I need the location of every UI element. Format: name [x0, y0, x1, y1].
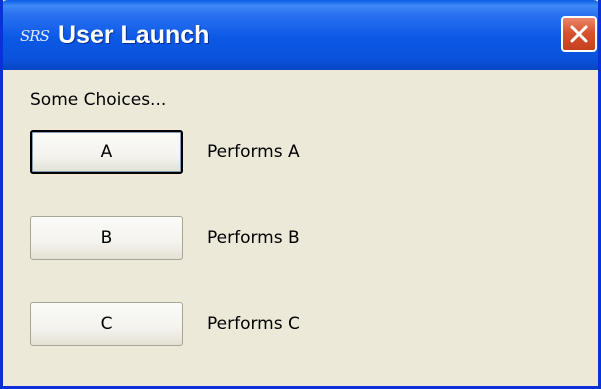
srs-app-icon: SRS: [20, 25, 52, 47]
window-title: User Launch: [58, 21, 210, 49]
close-icon: [570, 25, 588, 43]
choice-a-button[interactable]: A: [30, 130, 183, 174]
choice-a-description: Performs A: [207, 142, 300, 162]
choice-c-description: Performs C: [207, 314, 300, 334]
title-bar[interactable]: SRS User Launch: [3, 0, 598, 70]
choice-c-button[interactable]: C: [30, 302, 183, 346]
dialog-content: Some Choices... A Performs A B Performs …: [3, 70, 598, 386]
choice-row-c: C Performs C: [30, 302, 300, 346]
choice-b-description: Performs B: [207, 228, 300, 248]
user-launch-window: SRS User Launch Some Choices... A Perfor…: [0, 0, 601, 389]
app-icon-label: SRS: [20, 27, 50, 45]
choice-row-b: B Performs B: [30, 216, 300, 260]
close-button[interactable]: [561, 16, 597, 52]
choices-heading: Some Choices...: [30, 90, 167, 110]
choice-row-a: A Performs A: [30, 130, 300, 174]
choice-b-button[interactable]: B: [30, 216, 183, 260]
